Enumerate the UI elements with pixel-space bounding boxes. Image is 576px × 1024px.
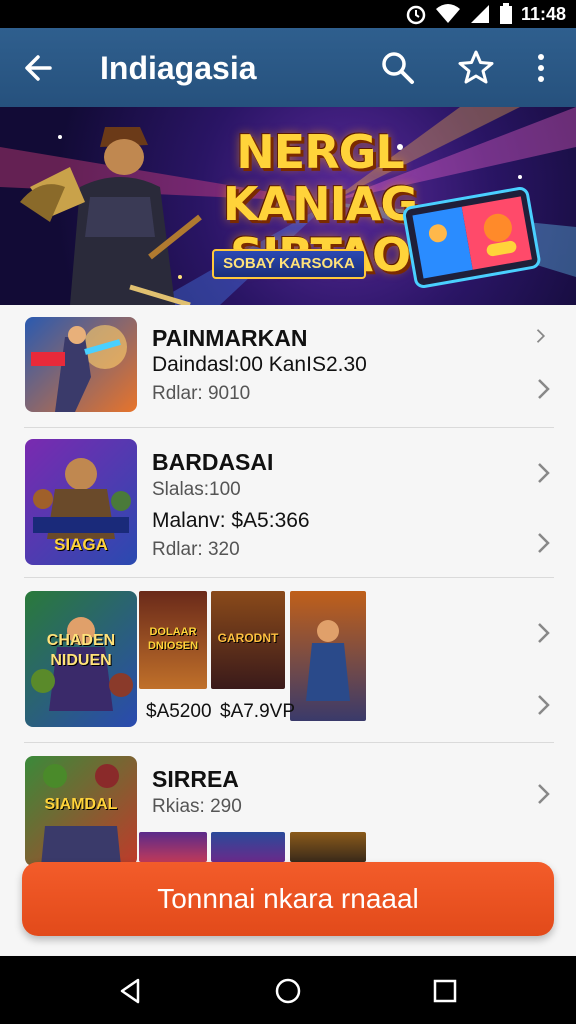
chevron-right-icon[interactable] xyxy=(534,782,554,806)
list-item[interactable]: CHADEN NIDUEN DOLAAR DNIOSEN GARODNT $A5… xyxy=(0,577,576,742)
item-price-line: Daindasl:00 KanIS2.30 xyxy=(152,353,367,376)
game-card-caption: DOLAAR DNIOSEN xyxy=(147,626,199,652)
search-icon[interactable] xyxy=(378,48,418,88)
item-title: SIRREA xyxy=(152,766,239,792)
chevron-right-icon[interactable] xyxy=(534,461,554,485)
item-price: $A5200 xyxy=(146,701,212,722)
game-art-image xyxy=(306,620,350,701)
game-card-thumbnail[interactable] xyxy=(211,832,285,862)
game-art-image xyxy=(31,325,127,412)
nav-back-icon[interactable] xyxy=(116,976,146,1006)
game-card-thumbnail[interactable] xyxy=(139,832,207,862)
thumbnail-caption: SIAMDAL xyxy=(44,796,118,813)
game-card-thumbnail[interactable] xyxy=(290,591,366,721)
list-item[interactable]: PAINMARKAN Daindasl:00 KanIS2.30 Rdlar: … xyxy=(0,305,576,427)
app-bar: Indiagasia xyxy=(0,28,576,107)
status-time: 11:48 xyxy=(520,3,566,24)
promo-banner[interactable]: NERGL KANIAG SIRTAO SOBAY KARSOKA xyxy=(0,107,576,305)
chevron-right-icon[interactable] xyxy=(534,693,554,717)
primary-action-button[interactable]: Tonnnai nkara rnaaal xyxy=(22,862,554,936)
game-card-thumbnail[interactable]: DOLAAR DNIOSEN xyxy=(139,591,207,689)
list-item[interactable]: SIAMDAL SIRREA Rkias: 290 xyxy=(0,742,576,866)
chevron-right-icon[interactable] xyxy=(534,621,554,645)
chevron-right-icon[interactable] xyxy=(534,327,548,345)
nav-recents-icon[interactable] xyxy=(430,976,460,1006)
game-console-image xyxy=(402,187,541,288)
game-card-thumbnail[interactable] xyxy=(290,832,366,862)
game-list: PAINMARKAN Daindasl:00 KanIS2.30 Rdlar: … xyxy=(0,305,576,955)
alarm-icon xyxy=(406,5,426,25)
favorite-star-icon[interactable] xyxy=(456,48,496,88)
item-price-line: Malanv: $A5:366 xyxy=(152,509,310,532)
item-sales: Slalas:100 xyxy=(152,479,241,500)
item-title: BARDASAI xyxy=(152,449,274,475)
nav-home-icon[interactable] xyxy=(273,976,303,1006)
game-thumbnail xyxy=(25,317,137,412)
system-nav-bar xyxy=(0,956,576,1024)
game-thumbnail: SIAMDAL xyxy=(25,756,137,866)
status-bar: 11:48 xyxy=(0,0,576,28)
game-thumbnail: SIAGA xyxy=(25,439,137,565)
game-card-caption: GARODNT xyxy=(217,631,279,645)
thumbnail-caption: SIAGA xyxy=(54,535,108,554)
game-thumbnail: CHADEN NIDUEN xyxy=(25,591,137,727)
chevron-right-icon[interactable] xyxy=(534,531,554,555)
game-card-thumbnail[interactable]: GARODNT xyxy=(211,591,285,689)
cell-signal-icon xyxy=(470,5,489,23)
app-title: Indiagasia xyxy=(100,50,257,86)
item-price: $A7.9VP xyxy=(220,701,295,722)
back-arrow-icon[interactable] xyxy=(20,48,60,88)
wifi-icon xyxy=(435,4,460,23)
item-rating: Rdlar: 320 xyxy=(152,539,240,560)
battery-icon xyxy=(499,3,512,24)
more-options-icon[interactable] xyxy=(524,48,558,88)
thumbnail-caption: CHADEN NIDUEN xyxy=(46,632,116,669)
item-rating: Rdlar: 9010 xyxy=(152,383,251,404)
item-title: PAINMARKAN xyxy=(152,325,308,351)
item-rating: Rkias: 290 xyxy=(152,796,242,817)
chevron-right-icon[interactable] xyxy=(534,377,554,401)
banner-tag: SOBAY KARSOKA xyxy=(212,249,366,279)
list-item[interactable]: SIAGA BARDASAI Slalas:100 Malanv: $A5:36… xyxy=(0,427,576,577)
